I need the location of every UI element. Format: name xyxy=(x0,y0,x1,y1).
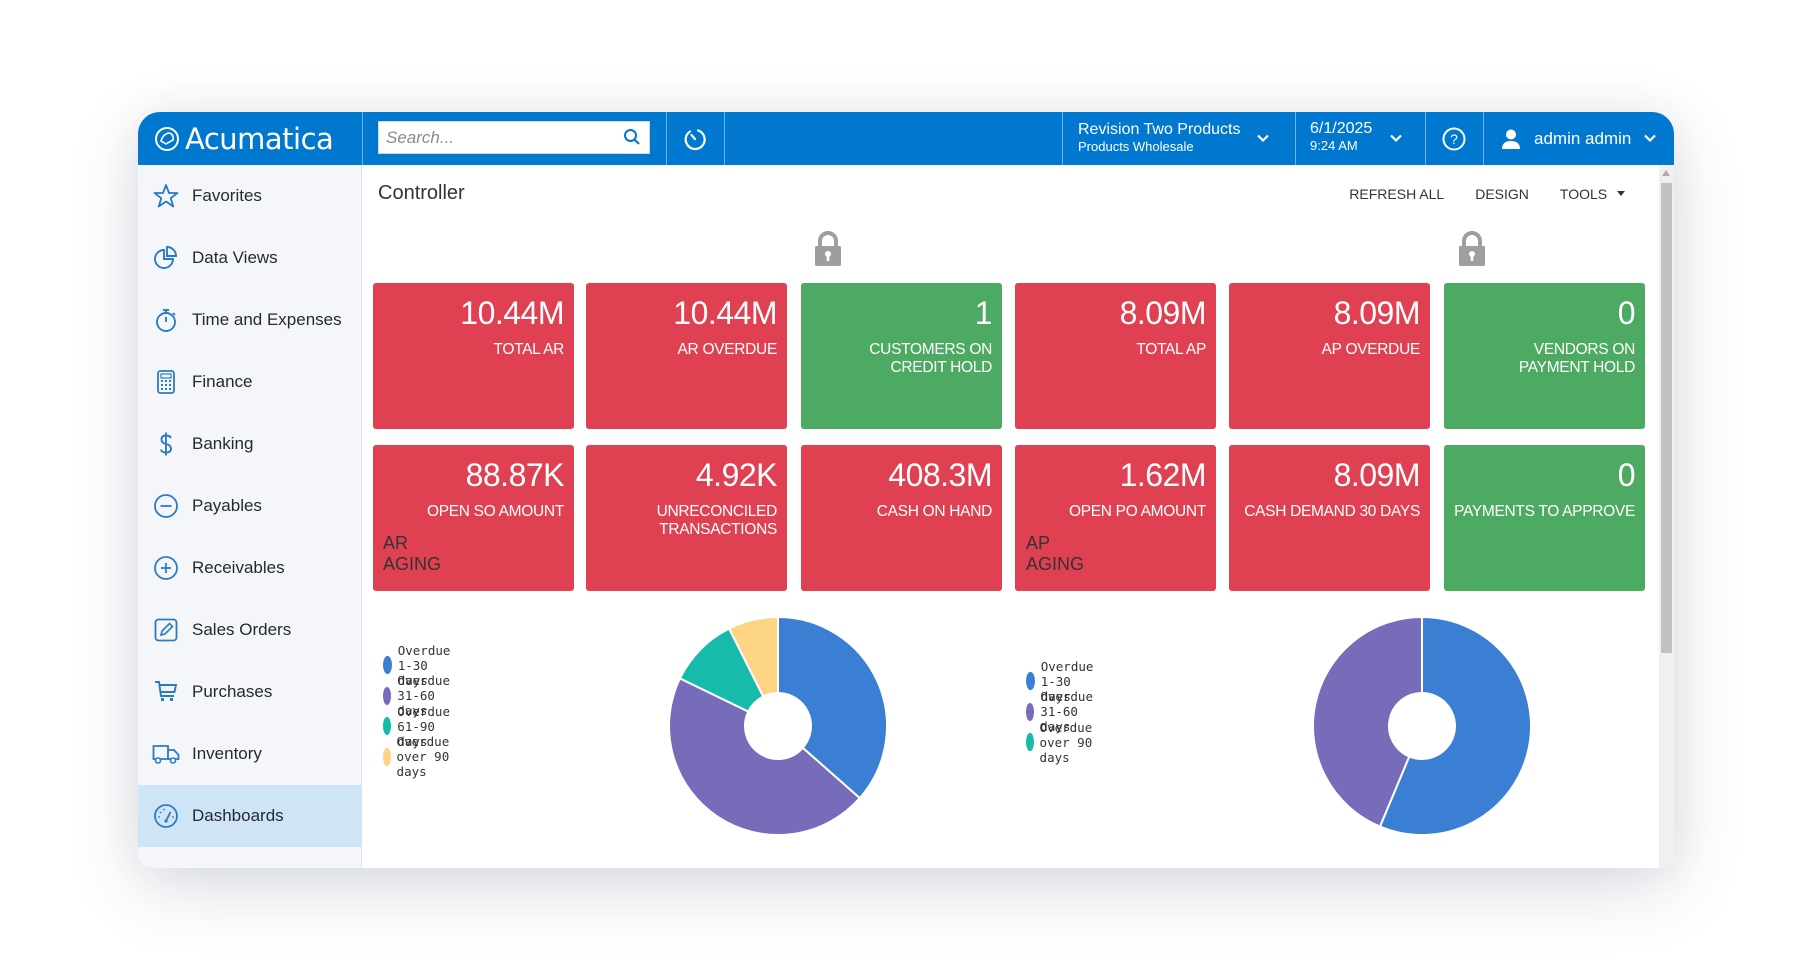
sidebar-item-banking[interactable]: Banking xyxy=(138,413,362,475)
sidebar-item-purchases[interactable]: Purchases xyxy=(138,661,362,723)
scroll-up-arrow-icon[interactable] xyxy=(1662,170,1670,176)
sidebar-item-finance[interactable]: Finance xyxy=(138,351,362,413)
sidebar-item-label: Banking xyxy=(192,434,254,453)
chevron-down-icon xyxy=(1257,134,1269,143)
business-time: 9:24 AM xyxy=(1310,138,1358,153)
sidebar-item-data-views[interactable]: Data Views xyxy=(138,227,362,289)
search-box[interactable] xyxy=(378,121,650,154)
plus-circle-icon xyxy=(152,554,180,582)
sidebar-item-label: Finance xyxy=(192,372,253,391)
sidebar-item-favorites[interactable]: Favorites xyxy=(138,165,362,227)
chevron-down-icon xyxy=(1390,134,1402,143)
sidebar-item-sales-orders[interactable]: Sales Orders xyxy=(138,599,362,661)
search-input[interactable] xyxy=(379,122,609,153)
ap-aging-donut xyxy=(1312,615,1532,836)
business-date-selector[interactable]: 6/1/2025 9:24 AM xyxy=(1295,112,1425,165)
sidebar-item-label: Dashboards xyxy=(192,806,284,825)
sidebar-item-payables[interactable]: Payables xyxy=(138,475,362,537)
sidebar-item-dashboards[interactable]: Dashboards xyxy=(138,785,362,847)
sidebar-item-label: Time and Expenses xyxy=(192,310,342,329)
sidebar-item-label: Receivables xyxy=(192,558,285,577)
user-icon xyxy=(1502,129,1520,149)
acumatica-logo-icon xyxy=(155,127,179,151)
brand-name: Acumatica xyxy=(185,122,334,156)
sidebar-item-label: Favorites xyxy=(192,186,262,205)
sidebar-item-label: Data Views xyxy=(192,248,278,267)
sidebar-item-label: Payables xyxy=(192,496,262,515)
user-name: admin admin xyxy=(1534,128,1632,148)
minus-circle-icon xyxy=(152,492,180,520)
help-button[interactable]: ? xyxy=(1425,112,1483,165)
stopwatch-icon xyxy=(152,306,180,334)
cart-icon xyxy=(152,678,180,706)
sidebar-item-inventory[interactable]: Inventory xyxy=(138,723,362,785)
search-icon[interactable] xyxy=(623,128,641,146)
sidebar-item-time-and-expenses[interactable]: Time and Expenses xyxy=(138,289,362,351)
dollar-icon xyxy=(152,430,180,458)
sidebar-item-receivables[interactable]: Receivables xyxy=(138,537,362,599)
calculator-icon xyxy=(152,368,180,396)
top-bar: Acumatica Revision Two Products Products… xyxy=(138,112,1674,165)
gauge-icon xyxy=(152,802,180,830)
scrollbar-thumb[interactable] xyxy=(1661,183,1672,653)
company-selector[interactable]: Revision Two Products Products Wholesale xyxy=(1062,112,1295,165)
user-menu[interactable]: admin admin xyxy=(1483,112,1674,165)
recent-history-button[interactable] xyxy=(666,112,724,165)
history-icon xyxy=(684,128,706,150)
help-icon: ? xyxy=(1442,127,1466,150)
header-divider xyxy=(724,112,725,165)
business-date: 6/1/2025 xyxy=(1310,120,1373,137)
chevron-down-icon xyxy=(1644,134,1656,143)
star-icon xyxy=(152,182,180,210)
sidebar-item-label: Purchases xyxy=(192,682,273,701)
brand-logo[interactable]: Acumatica xyxy=(154,122,334,156)
dashboard-content: Controller REFRESH ALL DESIGN TOOLS 10.4… xyxy=(363,165,1659,868)
truck-icon xyxy=(152,740,180,768)
svg-text:?: ? xyxy=(1450,131,1458,147)
sidebar-item-label: Inventory xyxy=(192,744,262,763)
header-divider xyxy=(362,112,363,165)
sidebar: Favorites Data Views Time and Expenses F… xyxy=(138,165,362,868)
sidebar-item-label: Sales Orders xyxy=(192,620,292,639)
app-window: Acumatica Revision Two Products Products… xyxy=(138,112,1674,868)
edit-icon xyxy=(152,616,180,644)
pie-chart-icon xyxy=(152,244,180,272)
vertical-scrollbar[interactable] xyxy=(1659,165,1674,868)
